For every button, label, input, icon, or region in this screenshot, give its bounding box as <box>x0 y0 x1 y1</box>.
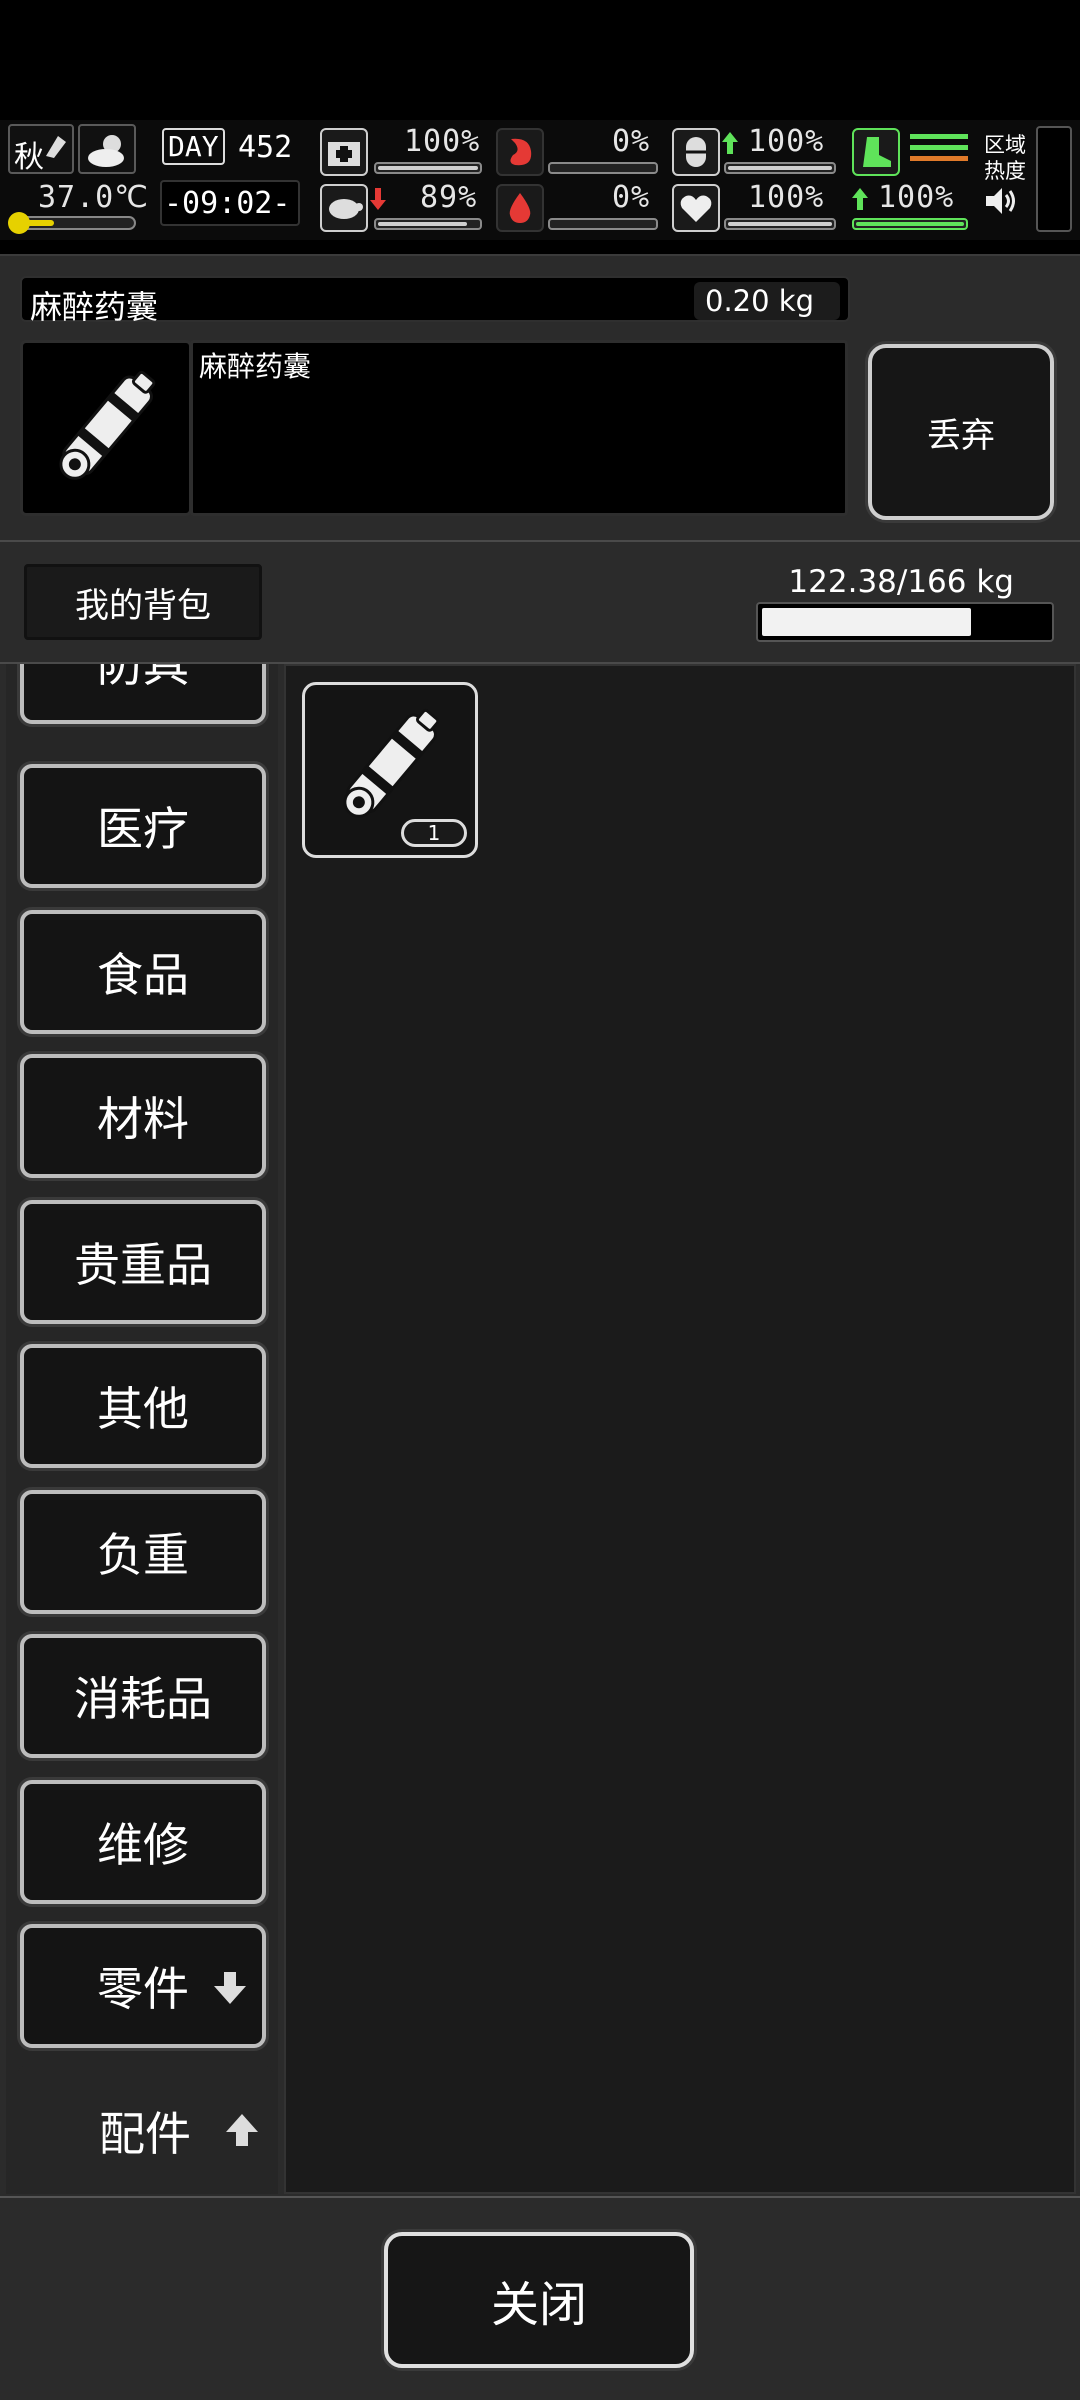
close-button[interactable]: 关闭 <box>384 2232 694 2368</box>
stamina-lines <box>910 134 968 161</box>
item-detail-panel: 麻醉药囊 0.20 kg 麻醉药囊 丢弃 <box>0 254 1080 540</box>
item-name-bar: 麻醉药囊 0.20 kg <box>20 276 850 326</box>
stat-bar <box>548 162 658 174</box>
stat-value: 0% <box>612 180 651 215</box>
stamina-value: 100% <box>878 180 955 215</box>
item-description: 麻醉药囊 <box>199 350 312 383</box>
inventory-main: 防具 医疗 食品 材料 贵重品 其他 负重 消耗品 维修 零件 配件 1 <box>0 664 1080 2196</box>
category-accessories[interactable]: 配件 <box>16 2064 274 2194</box>
temperature: 37.0℃ <box>38 180 149 215</box>
category-medical[interactable]: 医疗 <box>20 764 266 888</box>
item-description-box: 麻醉药囊 <box>190 340 848 516</box>
arrow-up-icon <box>226 2114 258 2146</box>
backpack-weight: 122.38/166 kg <box>788 564 1014 600</box>
zone-heat-meter <box>1036 126 1072 232</box>
category-label: 消耗品 <box>74 1672 212 1726</box>
anesthetic-capsule-icon <box>343 708 440 818</box>
category-label: 配件 <box>99 2107 191 2161</box>
weather-box <box>78 124 136 174</box>
blood-drop-icon <box>496 184 544 232</box>
category-other[interactable]: 其他 <box>20 1344 266 1468</box>
season-label: 秋 <box>14 140 44 175</box>
zone-heat[interactable]: 区域 热度 <box>984 132 1032 220</box>
temperature-gauge <box>8 212 136 234</box>
status-hud: 秋 37.0℃ DAY 452 -09:02- 100% 0% 100% 89%… <box>0 120 1080 240</box>
stat-bar <box>724 218 836 230</box>
turtle-icon <box>320 184 368 232</box>
season-box: 秋 <box>8 124 74 175</box>
leaf-icon <box>46 136 66 158</box>
category-armor[interactable]: 防具 <box>20 664 266 724</box>
backpack-header: 我的背包 122.38/166 kg <box>0 540 1080 664</box>
inventory-slot[interactable]: 1 <box>302 682 478 858</box>
category-label: 负重 <box>97 1528 189 1582</box>
backpack-weight-bar <box>756 602 1054 642</box>
anesthetic-capsule-icon <box>59 370 156 480</box>
item-weight: 0.20 kg <box>705 284 814 318</box>
day-number: 452 <box>238 130 293 165</box>
trend-down-icon <box>370 188 386 210</box>
speaker-icon <box>986 188 1015 214</box>
stomach-icon <box>496 128 544 176</box>
category-parts[interactable]: 零件 <box>20 1924 266 2048</box>
category-materials[interactable]: 材料 <box>20 1054 266 1178</box>
category-label: 其他 <box>97 1382 189 1436</box>
item-weight-box: 0.20 kg <box>694 282 840 320</box>
day-box: DAY 452 <box>160 124 300 174</box>
item-thumbnail <box>20 340 192 516</box>
stamina-bar <box>852 218 968 230</box>
category-consumables[interactable]: 消耗品 <box>20 1634 266 1758</box>
category-label: 防具 <box>97 664 189 692</box>
category-label: 材料 <box>97 1092 189 1146</box>
footer-bar: 关闭 <box>0 2196 1080 2400</box>
day-label: DAY <box>162 128 225 165</box>
stat-value: 100% <box>748 124 825 159</box>
boot-icon <box>852 128 900 176</box>
item-count-badge: 1 <box>401 819 467 847</box>
stat-bar <box>548 218 658 230</box>
time-box: -09:02- <box>160 180 300 226</box>
stat-value: 100% <box>404 124 481 159</box>
category-food[interactable]: 食品 <box>20 910 266 1034</box>
discard-button[interactable]: 丢弃 <box>868 344 1054 520</box>
stat-bar <box>374 218 482 230</box>
category-load[interactable]: 负重 <box>20 1490 266 1614</box>
stat-value: 100% <box>748 180 825 215</box>
stat-value: 0% <box>612 124 651 159</box>
trend-up-icon <box>852 188 868 210</box>
category-label: 贵重品 <box>74 1238 212 1292</box>
clock-time: -09:02- <box>164 186 291 221</box>
category-label: 零件 <box>97 1962 189 2016</box>
pill-icon <box>672 128 720 176</box>
arrow-down-icon <box>214 1972 246 2004</box>
category-list[interactable]: 防具 医疗 食品 材料 贵重品 其他 负重 消耗品 维修 零件 配件 <box>6 664 278 2194</box>
stat-bar <box>724 162 836 174</box>
weather-cloud-sun-icon <box>88 135 124 167</box>
medkit-icon <box>320 128 368 176</box>
heart-icon <box>672 184 720 232</box>
zone-heat-label: 区域 热度 <box>984 133 1026 183</box>
category-label: 食品 <box>97 948 189 1002</box>
category-valuables[interactable]: 贵重品 <box>20 1200 266 1324</box>
category-label: 医疗 <box>97 802 189 856</box>
backpack-title[interactable]: 我的背包 <box>24 564 262 640</box>
inventory-grid: 1 <box>284 664 1076 2194</box>
stat-bar <box>374 162 482 174</box>
category-label: 维修 <box>97 1818 189 1872</box>
stat-value: 89% <box>420 180 478 215</box>
item-count: 1 <box>427 821 441 845</box>
trend-up-icon <box>722 132 738 154</box>
item-name: 麻醉药囊 <box>30 288 159 326</box>
category-repair[interactable]: 维修 <box>20 1780 266 1904</box>
